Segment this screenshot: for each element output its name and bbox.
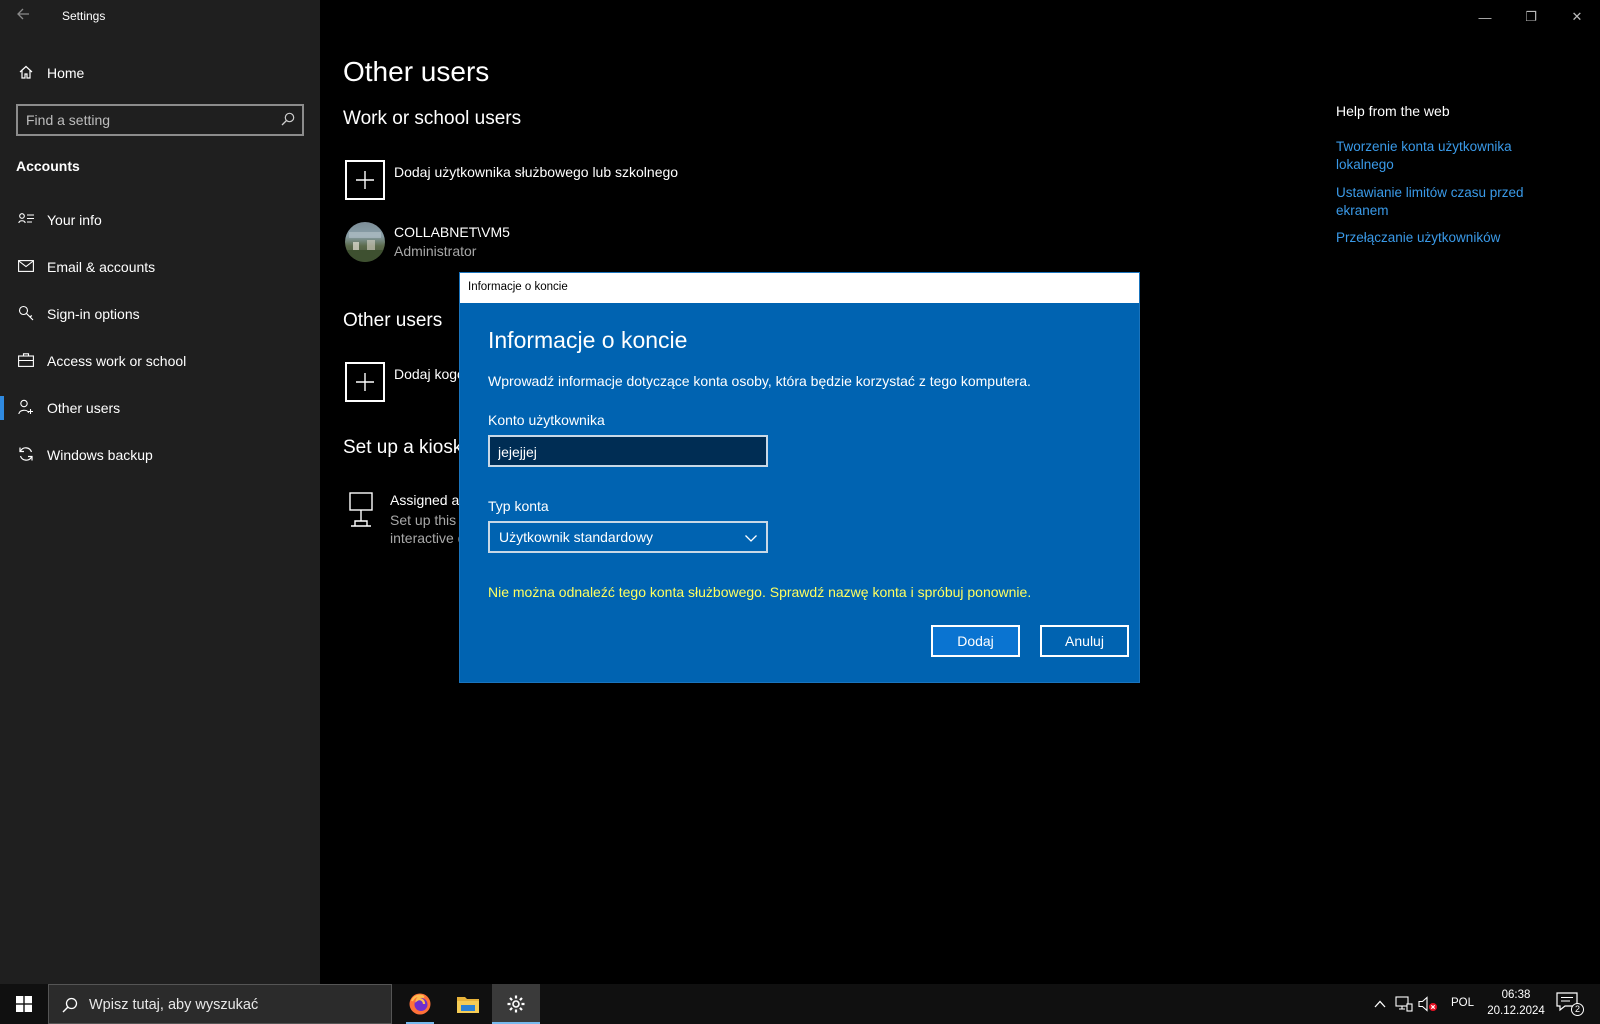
taskbar-search-box[interactable]: Wpisz tutaj, aby wyszukać	[48, 984, 392, 1024]
account-type-value: Użytkownik standardowy	[499, 529, 654, 545]
network-button[interactable]	[1394, 994, 1414, 1014]
clock-date: 20.12.2024	[1487, 1005, 1545, 1017]
sidebar-item-label: Other users	[47, 400, 121, 416]
sidebar-item-label: Your info	[47, 212, 102, 228]
section-title: Accounts	[16, 158, 80, 174]
dialog-description: Wprowadź informacje dotyczące konta osob…	[488, 373, 1031, 389]
start-button[interactable]	[0, 984, 48, 1024]
help-link-screen-time-limits[interactable]: Ustawianie limitów czasu przed ekranem	[1336, 184, 1546, 220]
account-info-dialog: Informacje o koncie Informacje o koncie …	[459, 272, 1140, 683]
volume-button[interactable]	[1418, 994, 1438, 1014]
firefox-icon	[409, 993, 431, 1015]
find-setting-input[interactable]	[26, 110, 266, 130]
plus-icon	[356, 373, 374, 391]
user-role: Administrator	[394, 243, 477, 259]
settings-icon	[507, 995, 525, 1013]
clock-time: 06:38	[1501, 989, 1531, 1001]
file-explorer-icon	[457, 997, 479, 1013]
key-icon	[17, 304, 35, 322]
sidebar-item-label: Home	[47, 65, 85, 81]
avatar	[345, 222, 385, 262]
account-type-label: Typ konta	[488, 498, 549, 514]
chevron-down-icon	[745, 535, 757, 542]
window-controls: — ❐ ✕	[1462, 0, 1600, 34]
help-link-switch-users[interactable]: Przełączanie użytkowników	[1336, 229, 1546, 247]
chevron-up-icon	[1374, 1000, 1386, 1008]
kiosk-heading: Set up a kiosk	[343, 437, 463, 458]
error-message: Nie można odnaleźć tego konta służbowego…	[488, 584, 1032, 600]
windows-logo-icon	[16, 996, 32, 1012]
home-icon	[17, 63, 35, 81]
add-work-school-user-button[interactable]	[345, 160, 385, 200]
kiosk-desc-line2: interactive d	[390, 530, 466, 546]
kiosk-title[interactable]: Assigned ac	[390, 492, 466, 508]
help-link-create-local-account[interactable]: Tworzenie konta użytkownika lokalnego	[1336, 138, 1546, 174]
volume-muted-icon	[1418, 996, 1437, 1012]
dialog-window-title: Informacje o koncie	[468, 281, 568, 293]
account-input[interactable]	[498, 442, 753, 462]
sync-icon	[17, 445, 35, 463]
back-arrow-icon	[17, 8, 29, 20]
input-language[interactable]: POL	[1451, 997, 1474, 1009]
taskbar-app-firefox[interactable]	[396, 984, 444, 1024]
mail-icon	[17, 257, 35, 275]
taskbar-search-placeholder: Wpisz tutaj, aby wyszukać	[89, 997, 259, 1013]
search-icon	[62, 997, 78, 1013]
cancel-button[interactable]: Anuluj	[1040, 625, 1129, 657]
sidebar-item-label: Windows backup	[47, 447, 153, 463]
briefcase-icon	[17, 351, 35, 369]
work-school-heading: Work or school users	[343, 108, 522, 129]
find-setting-box[interactable]	[16, 104, 304, 136]
sidebar-item-your-info[interactable]: Your info	[0, 202, 320, 238]
sidebar: Settings Home Accounts Your info Email &…	[0, 0, 320, 984]
taskbar: Wpisz tutaj, aby wyszukać POL 06:38 20.1…	[0, 984, 1600, 1024]
help-title: Help from the web	[1336, 103, 1450, 119]
sidebar-item-label: Email & accounts	[47, 259, 156, 275]
account-type-select[interactable]: Użytkownik standardowy	[488, 521, 768, 553]
network-icon	[1395, 996, 1413, 1012]
sidebar-item-other-users[interactable]: Other users	[0, 390, 320, 426]
add-other-user-label[interactable]: Dodaj kogo	[394, 366, 465, 382]
user-name[interactable]: COLLABNET\VM5	[394, 224, 510, 240]
sidebar-item-label: Access work or school	[47, 353, 187, 369]
sidebar-item-windows-backup[interactable]: Windows backup	[0, 437, 320, 473]
person-card-icon	[17, 210, 35, 228]
add-person-icon	[17, 398, 35, 416]
plus-icon	[356, 171, 374, 189]
close-button[interactable]: ✕	[1554, 0, 1600, 34]
add-other-user-button[interactable]	[345, 362, 385, 402]
action-center-button[interactable]: 2	[1556, 992, 1584, 1016]
app-title: Settings	[62, 9, 106, 23]
dialog-title-bar[interactable]: Informacje o koncie	[460, 273, 1139, 303]
add-work-school-user-label[interactable]: Dodaj użytkownika służbowego lub szkolne…	[394, 164, 678, 180]
clock[interactable]: 06:38 20.12.2024	[1486, 987, 1546, 1019]
add-button[interactable]: Dodaj	[931, 625, 1020, 657]
taskbar-app-settings[interactable]	[492, 984, 540, 1024]
back-button[interactable]	[12, 6, 34, 28]
maximize-button[interactable]: ❐	[1508, 0, 1554, 34]
sidebar-item-sign-in-options[interactable]: Sign-in options	[0, 296, 320, 332]
page-title: Other users	[343, 56, 490, 87]
kiosk-desc-line1: Set up this	[390, 512, 457, 528]
sidebar-item-label: Sign-in options	[47, 306, 140, 322]
sidebar-item-home[interactable]: Home	[0, 58, 320, 88]
search-icon[interactable]	[280, 111, 296, 127]
kiosk-icon[interactable]	[349, 492, 373, 528]
show-hidden-icons-button[interactable]	[1370, 994, 1390, 1014]
dialog-heading: Informacje o koncie	[488, 327, 688, 353]
sidebar-item-access-work-school[interactable]: Access work or school	[0, 343, 320, 379]
sidebar-item-email-accounts[interactable]: Email & accounts	[0, 249, 320, 285]
minimize-button[interactable]: —	[1462, 0, 1508, 34]
taskbar-app-file-explorer[interactable]	[444, 984, 492, 1024]
account-field-label: Konto użytkownika	[488, 412, 605, 428]
title-bar: Settings	[0, 0, 320, 34]
other-users-heading: Other users	[343, 310, 443, 331]
notification-count: 2	[1571, 1003, 1584, 1016]
account-field[interactable]	[488, 435, 768, 467]
